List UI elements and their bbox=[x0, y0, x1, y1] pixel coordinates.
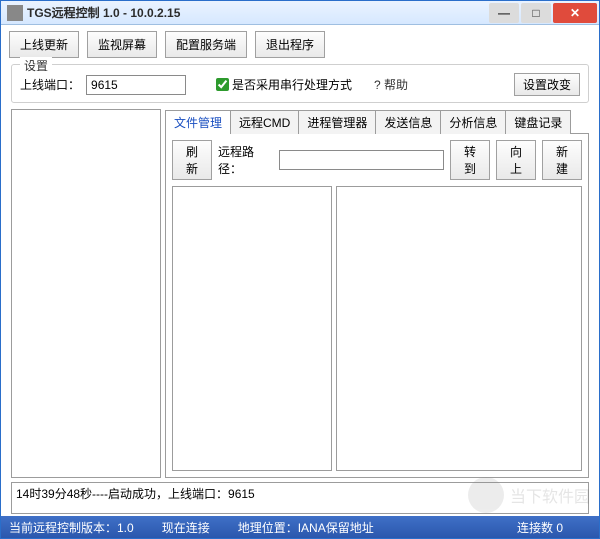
tab-bar: 文件管理 远程CMD 进程管理器 发送信息 分析信息 键盘记录 bbox=[165, 109, 589, 134]
serial-label: 是否采用串行处理方式 bbox=[232, 76, 352, 93]
port-input[interactable] bbox=[86, 75, 186, 95]
minimize-button[interactable]: — bbox=[489, 3, 519, 23]
serial-checkbox[interactable] bbox=[216, 78, 229, 91]
status-version: 当前远程控制版本：1.0 bbox=[9, 519, 134, 536]
config-button[interactable]: 配置服务端 bbox=[165, 31, 247, 58]
update-button[interactable]: 上线更新 bbox=[9, 31, 79, 58]
log-area[interactable]: 14时39分48秒----启动成功，上线端口：9615 bbox=[11, 482, 589, 514]
file-list[interactable] bbox=[336, 186, 582, 471]
titlebar: TGS远程控制 1.0 - 10.0.2.15 — □ ✕ bbox=[1, 1, 599, 25]
status-bar: 当前远程控制版本：1.0 现在连接 地理位置：IANA保留地址 连接数 0 bbox=[1, 516, 599, 538]
refresh-button[interactable]: 刷新 bbox=[172, 140, 212, 180]
go-button[interactable]: 转到 bbox=[450, 140, 490, 180]
folder-tree[interactable] bbox=[172, 186, 332, 471]
tab-keylog[interactable]: 键盘记录 bbox=[505, 110, 571, 134]
path-toolbar: 刷新 远程路径： 转到 向上 新建 bbox=[172, 140, 582, 180]
tab-send[interactable]: 发送信息 bbox=[375, 110, 441, 134]
tab-content: 刷新 远程路径： 转到 向上 新建 bbox=[165, 134, 589, 478]
window-title: TGS远程控制 1.0 - 10.0.2.15 bbox=[27, 4, 487, 21]
help-link[interactable]: ? 帮助 bbox=[374, 76, 408, 93]
status-conn: 现在连接 bbox=[162, 519, 210, 536]
tab-proc[interactable]: 进程管理器 bbox=[298, 110, 376, 134]
status-count: 连接数 0 bbox=[517, 519, 563, 536]
exit-button[interactable]: 退出程序 bbox=[255, 31, 325, 58]
settings-group: 设置 上线端口： 是否采用串行处理方式 ? 帮助 设置改变 bbox=[11, 64, 589, 103]
tab-file[interactable]: 文件管理 bbox=[165, 110, 231, 134]
apply-settings-button[interactable]: 设置改变 bbox=[514, 73, 580, 96]
tab-cmd[interactable]: 远程CMD bbox=[230, 110, 299, 134]
app-icon bbox=[7, 5, 23, 21]
settings-legend: 设置 bbox=[20, 57, 52, 74]
port-label: 上线端口： bbox=[20, 76, 80, 93]
serial-checkbox-wrap[interactable]: 是否采用串行处理方式 bbox=[216, 76, 352, 93]
close-button[interactable]: ✕ bbox=[553, 3, 597, 23]
up-button[interactable]: 向上 bbox=[496, 140, 536, 180]
log-line: 14时39分48秒----启动成功，上线端口：9615 bbox=[16, 485, 584, 502]
new-button[interactable]: 新建 bbox=[542, 140, 582, 180]
remote-path-input[interactable] bbox=[279, 150, 444, 170]
tab-analyze[interactable]: 分析信息 bbox=[440, 110, 506, 134]
main-toolbar: 上线更新 监视屏幕 配置服务端 退出程序 bbox=[1, 25, 599, 64]
maximize-button[interactable]: □ bbox=[521, 3, 551, 23]
monitor-button[interactable]: 监视屏幕 bbox=[87, 31, 157, 58]
status-geo: 地理位置：IANA保留地址 bbox=[238, 519, 374, 536]
path-label: 远程路径： bbox=[218, 143, 273, 177]
client-list[interactable] bbox=[11, 109, 161, 478]
